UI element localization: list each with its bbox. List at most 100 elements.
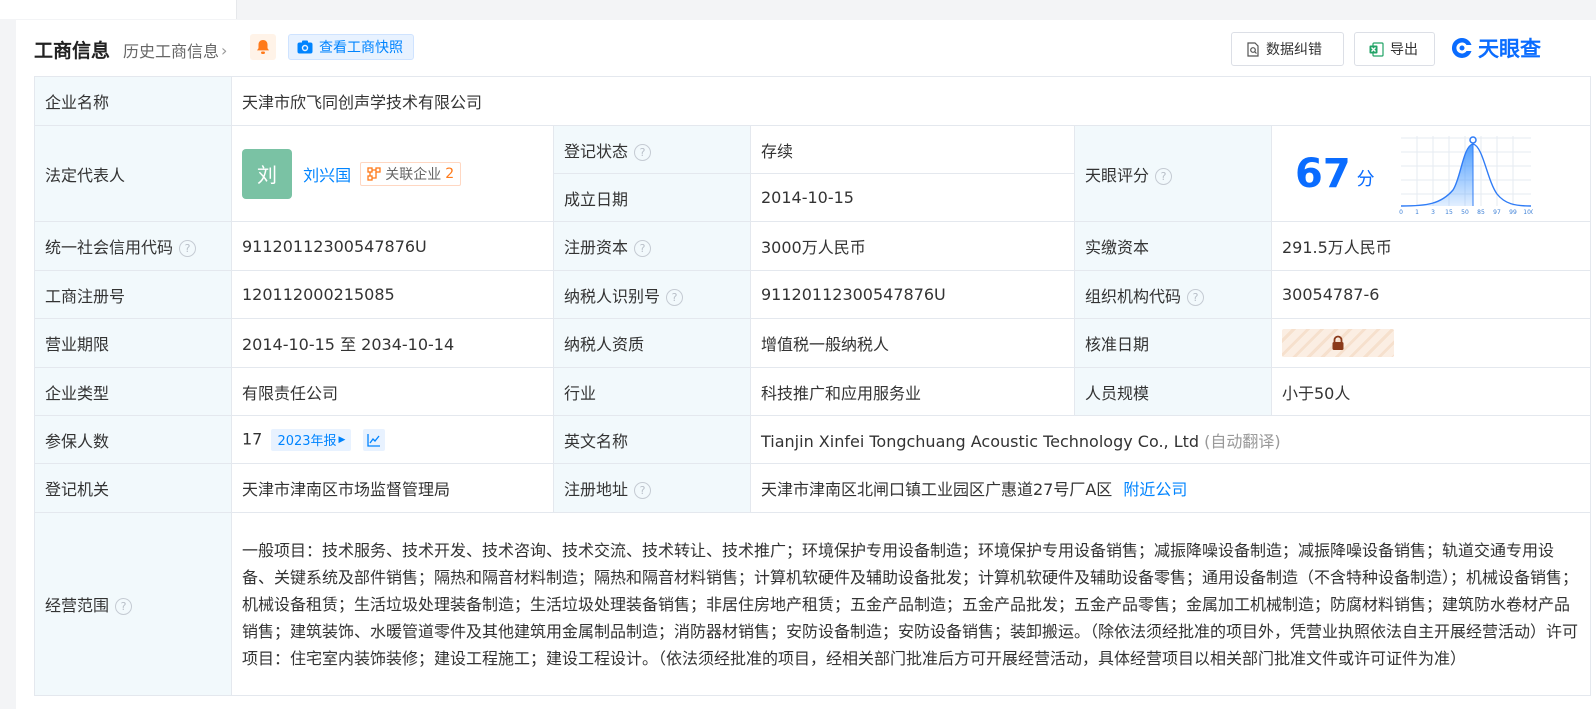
table-row: 登记机关 天津市津南区市场监督管理局 注册地址? 天津市津南区北闸口镇工业园区广…: [34, 463, 1591, 513]
legal-rep-name-link[interactable]: 刘兴国: [303, 166, 351, 185]
reg-capital-value: 3000万人民币: [750, 221, 1075, 271]
score-block[interactable]: 67 分 0 1 3 15 50 85 97 99 100: [1282, 132, 1580, 216]
score-label-cell: 天眼评分?: [1074, 125, 1272, 222]
insured-year-label: 2023年报: [277, 434, 337, 449]
company-name: 天津市欣飞同创声学技术有限公司: [231, 76, 1591, 126]
taxpayer-id-value: 91120112300547876U: [750, 270, 1075, 319]
founded-label: 成立日期: [553, 173, 751, 222]
insured-cell: 17 2023年报 ▶: [231, 415, 554, 464]
chevron-right-icon: ›: [221, 40, 228, 60]
company-name-label: 企业名称: [34, 76, 232, 126]
tianyancha-logo-icon: [1451, 37, 1472, 58]
insured-label: 参保人数: [34, 415, 232, 464]
legal-rep-cell: 刘 刘兴国 关联企业 2: [231, 125, 554, 222]
history-info-link[interactable]: 历史工商信息 ›: [123, 38, 227, 62]
question-icon[interactable]: ?: [1155, 167, 1173, 185]
excel-icon: [1369, 41, 1384, 57]
snapshot-button[interactable]: 查看工商快照: [288, 34, 414, 60]
scope-label: 经营范围: [45, 596, 110, 615]
approval-date-label: 核准日期: [1074, 318, 1272, 368]
top-tab[interactable]: [0, 0, 237, 19]
taxpayer-id-label-cell: 纳税人识别号?: [553, 270, 751, 319]
insured-value: 17: [242, 429, 263, 448]
scope-value: 一般项目：技术服务、技术开发、技术咨询、技术交流、技术转让、技术推广；环境保护专…: [231, 512, 1591, 696]
score-tick-label: 97: [1493, 209, 1501, 216]
credit-code-value: 91120112300547876U: [231, 221, 554, 271]
data-error-button[interactable]: 数据纠错: [1231, 32, 1344, 66]
scope-label-cell: 经营范围?: [34, 512, 232, 696]
tianyancha-logo: 天眼查: [1450, 33, 1541, 63]
snapshot-label: 查看工商快照: [319, 40, 403, 56]
question-icon[interactable]: ?: [634, 482, 652, 499]
question-icon[interactable]: ?: [634, 240, 652, 257]
taxpayer-qual-value: 增值税一般纳税人: [750, 318, 1075, 368]
trend-button[interactable]: [362, 428, 385, 451]
export-button[interactable]: 导出: [1354, 32, 1435, 66]
term-label: 营业期限: [34, 318, 232, 368]
industry-label: 行业: [553, 367, 751, 416]
approval-date-locked[interactable]: [1282, 329, 1394, 357]
document-search-icon: [1247, 41, 1259, 57]
english-name-cell: Tianjin Xinfei Tongchuang Acoustic Techn…: [750, 415, 1591, 464]
address-label: 注册地址: [564, 480, 629, 499]
approval-date-cell: [1271, 318, 1591, 368]
business-info-table: 企业名称 天津市欣飞同创声学技术有限公司 法定代表人 刘 刘兴国 关联企业 2: [34, 76, 1591, 696]
avatar[interactable]: 刘: [242, 148, 292, 199]
authority-label: 登记机关: [34, 463, 232, 513]
status-value: 存续: [750, 125, 1075, 174]
type-value: 有限责任公司: [231, 367, 554, 416]
type-label: 企业类型: [34, 367, 232, 416]
auto-translate-note: (自动翻译): [1204, 431, 1281, 451]
score-wrap: 67 分: [1282, 151, 1395, 197]
table-row: 参保人数 17 2023年报 ▶ 英文名称 Tianjin Xinfei Tong…: [34, 415, 1591, 464]
insured-year-tag[interactable]: 2023年报 ▶: [271, 428, 352, 451]
score-unit: 分: [1356, 168, 1375, 190]
score-tick-label: 15: [1445, 209, 1453, 216]
legal-rep-label: 法定代表人: [34, 125, 232, 222]
lock-icon: [1332, 335, 1344, 350]
table-row: 营业期限 2014-10-15 至 2034-10-14 纳税人资质 增值税一般…: [34, 318, 1591, 368]
score-tick-label: 99: [1509, 209, 1517, 216]
score-tick-label: 1: [1415, 209, 1419, 216]
related-companies-tag[interactable]: 关联企业 2: [360, 161, 462, 186]
org-code-label-cell: 组织机构代码?: [1074, 270, 1272, 319]
reg-capital-label: 注册资本: [564, 238, 629, 257]
top-tab-strip: [0, 0, 1596, 20]
paid-capital-label: 实缴资本: [1074, 221, 1272, 271]
table-row: 法定代表人 刘 刘兴国 关联企业 2 登记状态? 存续 天眼评分 ? 67 分 …: [34, 125, 1591, 222]
bell-icon: [257, 40, 269, 54]
authority-value: 天津市津南区市场监督管理局: [231, 463, 554, 513]
question-icon[interactable]: ?: [179, 240, 197, 257]
founded-value: 2014-10-15: [750, 173, 1075, 222]
question-icon[interactable]: ?: [115, 598, 133, 615]
address-cell: 天津市津南区北闸口镇工业园区广惠道27号厂A区 附近公司: [750, 463, 1591, 513]
reg-no-value: 120112000215085: [231, 270, 554, 319]
question-icon[interactable]: ?: [666, 288, 684, 306]
score-value: 67: [1295, 150, 1351, 197]
score-label: 天眼评分: [1085, 165, 1150, 185]
question-icon[interactable]: ?: [634, 143, 652, 161]
score-cell: 67 分 0 1 3 15 50 85 97 99 100: [1271, 125, 1591, 222]
nearby-companies-link[interactable]: 附近公司: [1123, 480, 1187, 499]
data-error-label: 数据纠错: [1266, 42, 1322, 58]
trend-chart-icon: [366, 433, 380, 447]
reg-no-label: 工商注册号: [34, 270, 232, 319]
taxpayer-qual-label: 纳税人资质: [553, 318, 751, 368]
org-code-label: 组织机构代码: [1085, 286, 1182, 306]
reg-capital-label-cell: 注册资本?: [553, 221, 751, 271]
english-name-label: 英文名称: [553, 415, 751, 464]
history-info-label: 历史工商信息: [123, 42, 220, 61]
taxpayer-id-label: 纳税人识别号: [564, 286, 661, 306]
score-tick-label: 85: [1477, 209, 1485, 216]
question-icon[interactable]: ?: [1187, 288, 1205, 306]
related-label: 关联企业: [385, 166, 442, 183]
credit-code-label-cell: 统一社会信用代码?: [34, 221, 232, 271]
table-row: 企业名称 天津市欣飞同创声学技术有限公司: [34, 76, 1591, 126]
related-count: 2: [445, 165, 455, 182]
table-row: 企业类型 有限责任公司 行业 科技推广和应用服务业 人员规模 小于50人: [34, 367, 1591, 416]
logo-text: 天眼查: [1478, 37, 1541, 61]
english-name-value: Tianjin Xinfei Tongchuang Acoustic Techn…: [761, 431, 1200, 451]
paid-capital-value: 291.5万人民币: [1271, 221, 1591, 271]
status-label-cell: 登记状态?: [553, 125, 751, 174]
bell-button[interactable]: [250, 34, 276, 60]
